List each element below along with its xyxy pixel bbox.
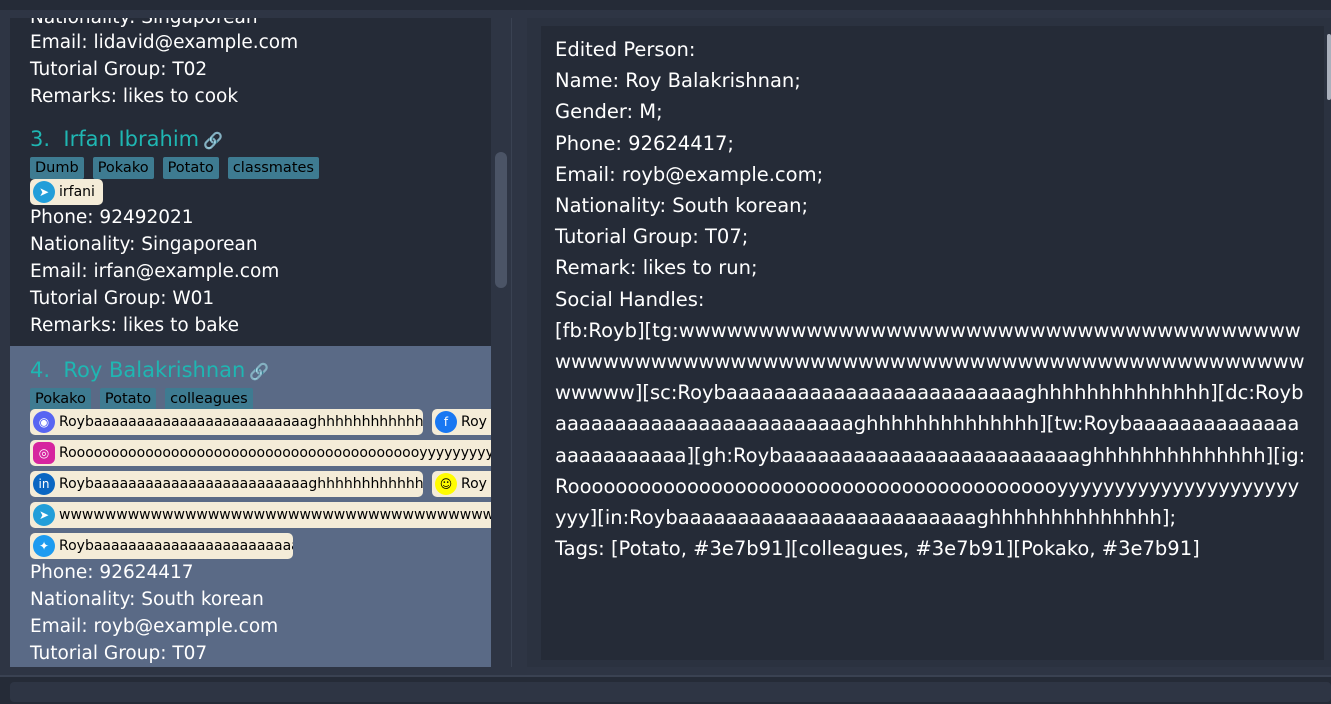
card4-instagram-handle[interactable]: ◎ Rooooooooooooooooooooooooooooooooooooo… [30,440,491,466]
result-line: Gender: M; [555,100,663,124]
tag: colleagues [165,388,253,410]
card3-tags: Dumb Pokako Potato classmates [30,157,319,179]
instagram-icon: ◎ [33,442,55,464]
card3-telegram-handle[interactable]: ➤ irfani [30,179,103,205]
list-scrollbar-track[interactable] [493,18,507,667]
card2-remarks: Remarks: likes to cook [30,86,239,107]
card4-email: Email: royb@example.com [30,616,279,637]
telegram-icon: ➤ [33,504,55,526]
pane-divider[interactable] [511,18,512,667]
command-box[interactable] [10,682,1331,702]
result-line: Edited Person: [555,38,696,61]
result-line: Social Handles: [555,287,705,311]
result-scrollbar[interactable] [1327,34,1331,100]
result-line: Tags: [Potato, #3e7b91][colleagues, #3e7… [555,537,1200,561]
card3-phone: Phone: 92492021 [30,207,194,228]
tag: Potato [162,157,219,179]
link-icon[interactable]: 🔗 [203,131,223,150]
card4-phone: Phone: 92624417 [30,562,194,583]
card4-nationality: Nationality: South korean [30,589,264,610]
result-line: Tutorial Group: T07; [555,225,749,249]
tag: Pokako [92,157,154,179]
card4-linkedin-handle[interactable]: in Roybaaaaaaaaaaaaaaaaaaaaaaaaaghhhhhhh… [30,471,423,497]
card2-email: Email: lidavid@example.com [30,32,299,53]
result-line: Email: royb@example.com; [555,162,824,186]
top-bar [0,0,1331,10]
handle-text: Roybaaaaaaaaaaaaaaaaaaaaaaaaaghhhhhhhhhh… [59,476,423,492]
card4-snapchat-handle[interactable]: ☺ Roy [432,471,491,497]
card3-remarks: Remarks: likes to bake [30,315,240,336]
card3-index: 3. [30,127,51,151]
result-display[interactable]: Edited Person: Name: Roy Balakrishnan; G… [541,26,1324,660]
card4-tags: Pokako Potato colleagues [30,388,253,410]
card4-index: 4. [30,358,51,382]
snapchat-icon: ☺ [435,473,457,495]
handle-text: Roy [461,476,487,492]
card3-title[interactable]: 3. Irfan Ibrahim 🔗 [30,125,223,155]
tag: Potato [99,388,157,410]
handle-text: irfani [59,184,95,200]
card3-email: Email: irfan@example.com [30,261,280,282]
card4-twitter-handle[interactable]: ✦ Roybaaaaaaaaaaaaaaaaaaaaaaaaa [30,533,293,559]
card3-name: Irfan Ibrahim [63,127,200,151]
tag: classmates [227,157,319,179]
card3-tutorial: Tutorial Group: W01 [30,288,215,309]
card4-name: Roy Balakrishnan [63,358,246,382]
result-line: [fb:Royb][tg:wwwwwwwwwwwwwwwwwwwwwwwwwww… [555,318,1306,530]
facebook-icon: f [435,411,457,433]
tag: Dumb [30,157,84,179]
result-line: Nationality: South korean; [555,194,809,218]
handle-text: Roybaaaaaaaaaaaaaaaaaaaaaaaaa [59,538,293,554]
discord-icon: ◉ [33,411,55,433]
linkedin-icon: in [33,473,55,495]
handle-text: Rooooooooooooooooooooooooooooooooooooooo… [59,445,491,461]
list-scrollbar-thumb[interactable] [495,152,507,288]
result-line: Phone: 92624417; [555,131,734,155]
card4-discord-handle[interactable]: ◉ Roybaaaaaaaaaaaaaaaaaaaaaaaaaghhhhhhhh… [30,409,423,435]
card4-facebook-handle[interactable]: f Roy [432,409,491,435]
card4-selected[interactable]: 4. Roy Balakrishnan 🔗 Pokako Potato colle… [10,346,491,667]
link-icon[interactable]: 🔗 [249,362,269,381]
result-line: Name: Roy Balakrishnan; [555,69,801,93]
card4-title[interactable]: 4. Roy Balakrishnan 🔗 [30,356,269,386]
card2-tutorial: Tutorial Group: T02 [30,59,208,80]
card3-nationality: Nationality: Singaporean [30,234,258,255]
card4-tutorial: Tutorial Group: T07 [30,643,208,664]
card4-telegram-handle[interactable]: ➤ wwwwwwwwwwwwwwwwwwwwwwwwwwwwwwwwwwwwww… [30,502,491,528]
result-line: Remark: likes to run; [555,256,758,280]
handle-text: Roybaaaaaaaaaaaaaaaaaaaaaaaaaghhhhhhhhhh… [59,414,423,430]
handle-text: wwwwwwwwwwwwwwwwwwwwwwwwwwwwwwwwwwwwwwww… [59,507,491,523]
handle-text: Roy [461,414,487,430]
telegram-icon: ➤ [33,181,55,203]
tag: Pokako [30,388,91,410]
twitter-icon: ✦ [33,535,55,557]
person-list[interactable]: Nationality: Singaporean Email: lidavid@… [10,18,491,667]
